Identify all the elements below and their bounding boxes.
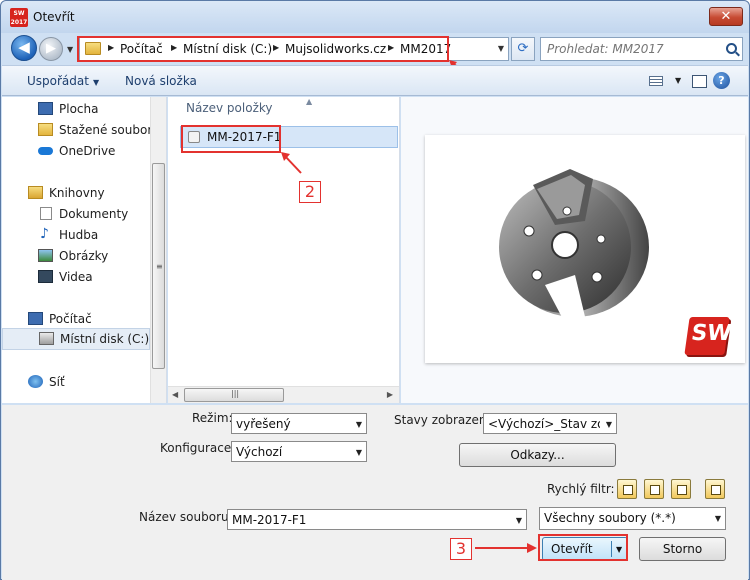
pictures-icon [38,249,53,262]
sidebar-item-label: OneDrive [59,144,116,158]
preview-pane: SW [401,97,748,403]
sidebar-item-network[interactable]: Síť [2,372,150,392]
scrollbar-thumb[interactable]: ||| [184,388,284,402]
sidebar-item-documents[interactable]: Dokumenty [2,204,150,224]
filetype-select[interactable]: Všechny soubory (*.*) ▼ [539,507,726,530]
recent-locations-icon[interactable]: ▼ [67,45,73,54]
title-bar: SW 2017 Otevřít ✕ [1,1,749,33]
music-icon: ♪ [40,226,49,242]
mode-select[interactable]: vyřešený ▼ [231,413,367,434]
file-list-scrollbar[interactable]: ◀ ||| ▶ [168,386,399,403]
drive-icon [39,332,54,345]
computer-icon [28,312,43,325]
sidebar-item-label: Síť [49,375,65,389]
onedrive-cloud-icon [38,147,53,155]
open-dialog: SW 2017 Otevřít ✕ ◀ ▶ ▼ ▶ Počítač ▶ Míst… [0,0,750,580]
sidebar-item-computer[interactable]: Počítač [2,309,150,329]
mode-label: Režim: [192,411,233,425]
sidebar-item-videos[interactable]: Videa [2,267,150,287]
window-title: Otevřít [33,10,75,24]
scroll-left-icon[interactable]: ◀ [172,390,178,399]
sidebar-item-label: Obrázky [59,249,109,263]
search-box[interactable] [540,37,743,61]
filename-input[interactable]: MM-2017-F1 ▼ [227,509,527,530]
solidworks-app-icon: SW 2017 [10,8,28,27]
new-folder-button[interactable]: Nová složka [125,74,197,88]
sort-caret-icon[interactable]: ▲ [306,97,312,106]
part-preview: SW [425,135,745,363]
view-dropdown-icon[interactable]: ▼ [675,76,681,85]
filter-drawings-icon[interactable] [671,479,691,499]
display-states-label: Stavy zobrazení: [394,413,494,427]
filter-assemblies-icon[interactable] [644,479,664,499]
downloads-folder-icon [38,123,53,136]
back-button[interactable]: ◀ [11,35,37,61]
display-states-select[interactable]: <Výchozí>_Stav zobr▼ [483,413,617,434]
sidebar-item-label: Dokumenty [59,207,129,221]
annotation-box-address [77,36,449,62]
annotation-number-3: 3 [450,538,472,560]
scrollbar-thumb[interactable]: ≡ [152,163,165,369]
search-input[interactable] [541,38,716,60]
videos-icon [38,270,53,283]
sidebar-item-label: Stažené soubory [59,123,160,137]
filter-top-level-assemblies-icon[interactable] [705,479,725,499]
search-icon[interactable] [726,43,737,54]
annotation-box-open [538,534,628,561]
sidebar-item-label: Hudba [59,228,99,242]
address-dropdown-icon[interactable]: ▼ [498,44,504,53]
close-button[interactable]: ✕ [709,7,743,26]
libraries-icon [28,186,43,199]
view-options-icon[interactable] [649,76,663,86]
configuration-select[interactable]: Výchozí ▼ [231,441,367,462]
annotation-arrow-3 [475,543,537,553]
sidebar-item-onedrive[interactable]: OneDrive [2,141,150,161]
sidebar-item-label: Knihovny [49,186,105,200]
configuration-label: Konfigurace: [160,441,236,455]
scroll-right-icon[interactable]: ▶ [387,390,393,399]
cancel-button[interactable]: Storno [639,537,726,561]
sidebar-item-label: Plocha [59,102,99,116]
organize-button[interactable]: Uspořádat ▼ [27,74,99,88]
preview-pane-icon[interactable] [692,75,707,88]
navigation-pane: Plocha Stažené soubory OneDrive Knihovny… [2,97,167,403]
sidebar-scrollbar[interactable]: ≡ [150,97,166,403]
sidebar-item-pictures[interactable]: Obrázky [2,246,150,266]
references-button[interactable]: Odkazy... [459,443,616,467]
annotation-arrow-2 [281,152,302,174]
filter-parts-icon[interactable] [617,479,637,499]
network-icon [28,375,43,388]
sidebar-item-local-disk[interactable]: Místní disk (C:) [2,328,150,350]
sidebar-item-downloads[interactable]: Stažené soubory [2,120,159,140]
sidebar-item-label: Místní disk (C:) [60,332,150,346]
annotation-box-file [181,125,281,153]
toolbar: Uspořádat ▼ Nová složka ▼ ? [2,65,748,96]
forward-button[interactable]: ▶ [39,37,63,61]
desktop-icon [38,102,53,115]
solidworks-logo-icon: SW [684,317,733,355]
refresh-button[interactable]: ⟳ [511,37,535,61]
help-icon[interactable]: ? [713,72,730,89]
filename-label: Název souboru: [139,510,233,524]
quick-filter-label: Rychlý filtr: [547,482,615,496]
sidebar-item-music[interactable]: ♪ Hudba [2,225,150,245]
annotation-number-2: 2 [299,181,321,203]
sidebar-item-label: Počítač [49,312,92,326]
sidebar-item-label: Videa [59,270,93,284]
column-header-name[interactable]: Název položky [186,101,272,115]
documents-icon [40,207,52,220]
sidebar-item-libraries[interactable]: Knihovny [2,183,150,203]
sidebar-item-plocha[interactable]: Plocha [2,99,150,119]
